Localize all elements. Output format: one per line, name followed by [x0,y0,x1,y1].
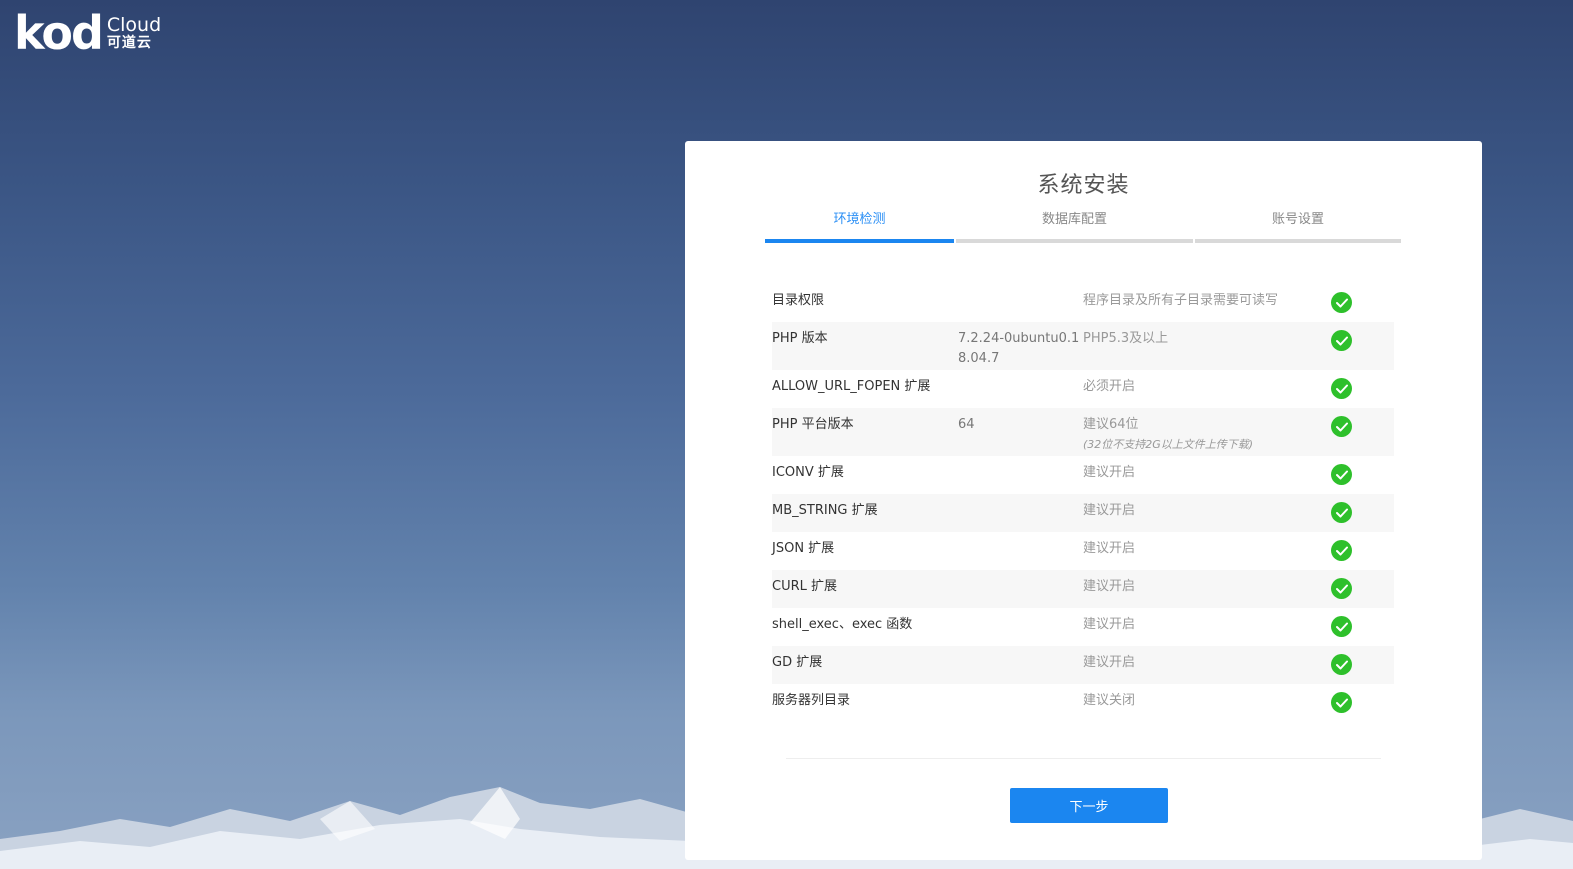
check-circle-icon [1331,292,1352,313]
check-row-mb-string: MB_STRING 扩展 建议开启 [772,494,1394,532]
check-requirement: 建议开启 [1083,465,1136,480]
check-requirement: 程序目录及所有子目录需要可读写 [1083,293,1279,308]
check-requirement: 建议开启 [1083,503,1136,518]
check-requirement: PHP5.3及以上 [1083,331,1169,346]
step-account-settings[interactable]: 账号设置 [1195,209,1401,243]
check-row-shell-exec: shell_exec、exec 函数 建议开启 [772,608,1394,646]
check-name: PHP 平台版本 [772,417,854,432]
check-row-curl: CURL 扩展 建议开启 [772,570,1394,608]
check-name: 服务器列目录 [772,693,851,708]
step-label: 数据库配置 [1041,212,1107,227]
check-row-iconv: ICONV 扩展 建议开启 [772,456,1394,494]
check-name: ICONV 扩展 [772,465,844,480]
check-requirement: 建议开启 [1083,541,1136,556]
divider [786,758,1381,759]
check-requirement: 建议开启 [1083,655,1136,670]
check-circle-icon [1331,692,1352,713]
check-row-php-version: PHP 版本 7.2.24-0ubuntu0.18.04.7 PHP5.3及以上 [772,322,1394,370]
check-circle-icon [1331,654,1352,675]
logo-cloud-text: Cloud [106,14,162,36]
check-circle-icon [1331,378,1352,399]
check-name: 目录权限 [772,293,825,308]
check-circle-icon [1331,502,1352,523]
check-name: CURL 扩展 [772,579,838,594]
next-step-button[interactable]: 下一步 [1010,788,1168,823]
check-circle-icon [1331,464,1352,485]
check-circle-icon [1331,616,1352,637]
check-circle-icon [1331,330,1352,351]
step-progress-bar [1195,239,1401,243]
page-title: 系统安装 [1037,173,1130,198]
check-note: (32位不支持2G以上文件上传下载) [1083,438,1254,451]
check-requirement: 必须开启 [1083,379,1136,394]
logo-wordmark: kod [14,6,104,60]
check-row-allow-url-fopen: ALLOW_URL_FOPEN 扩展 必须开启 [772,370,1394,408]
check-name: PHP 版本 [772,331,828,346]
check-row-json: JSON 扩展 建议开启 [772,532,1394,570]
step-label: 环境检测 [833,212,886,227]
check-requirement: 建议开启 [1083,579,1136,594]
logo-chinese-text: 可道云 [106,35,152,51]
install-panel: 系统安装 环境检测 数据库配置 账号设置 目录权限 程序目录及所有子目录需要可读… [685,141,1482,860]
check-name: shell_exec、exec 函数 [772,617,913,632]
check-circle-icon [1331,416,1352,437]
check-row-php-platform: PHP 平台版本 64 建议64位 (32位不支持2G以上文件上传下载) [772,408,1394,456]
check-requirement: 建议开启 [1083,617,1136,632]
environment-check-table: 目录权限 程序目录及所有子目录需要可读写 PHP 版本 7.2.24-0ubun… [772,284,1394,722]
check-row-directory-listing: 服务器列目录 建议关闭 [772,684,1394,722]
step-database-config[interactable]: 数据库配置 [956,209,1193,243]
step-environment-check[interactable]: 环境检测 [765,209,954,243]
step-progress-bar [956,239,1193,243]
check-requirement: 建议64位 [1083,417,1139,432]
check-row-gd: GD 扩展 建议开启 [772,646,1394,684]
check-circle-icon [1331,540,1352,561]
check-circle-icon [1331,578,1352,599]
step-progress-bar [765,239,954,243]
install-steps: 环境检测 数据库配置 账号设置 [765,209,1401,245]
check-row-directory-permission: 目录权限 程序目录及所有子目录需要可读写 [772,284,1394,322]
check-requirement: 建议关闭 [1083,693,1136,708]
check-value: 64 [958,417,975,432]
check-name: ALLOW_URL_FOPEN 扩展 [772,379,931,394]
check-value: 7.2.24-0ubuntu0.18.04.7 [958,331,1080,366]
check-name: GD 扩展 [772,655,823,670]
check-name: JSON 扩展 [772,541,835,556]
step-label: 账号设置 [1271,212,1324,227]
check-requirement-block: 建议64位 (32位不支持2G以上文件上传下载) [1083,415,1253,455]
check-name: MB_STRING 扩展 [772,503,878,518]
kod-cloud-logo: kod Cloud 可道云 [14,10,161,56]
